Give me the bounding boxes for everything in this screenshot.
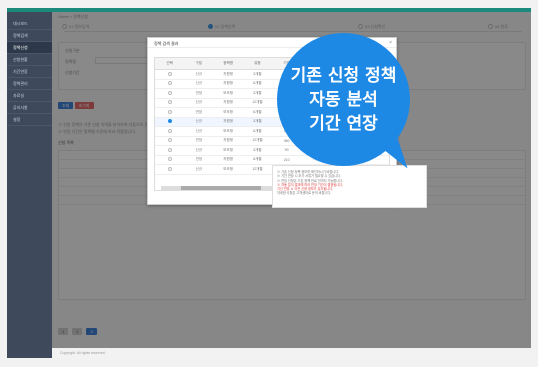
table-cell: 신규 (195, 128, 203, 133)
sidebar-item[interactable]: 설정 (7, 114, 52, 126)
table-cell: 신규 (195, 81, 203, 86)
row-radio[interactable] (167, 119, 172, 124)
table-cell: 지원형 (223, 100, 233, 105)
sidebar: 대시보드 정책검색 정책신청 신청현황 기간연장 정책관리 자료실 공지사항 설정 (7, 12, 52, 358)
table-cell: 3개월 (253, 147, 262, 152)
table-cell: 지원형 (223, 119, 233, 124)
table-cell: 신규 (195, 119, 203, 124)
sidebar-item[interactable]: 대시보드 (7, 18, 52, 30)
column-header: 정책명 (223, 61, 233, 65)
table-cell: 6개월 (253, 81, 262, 86)
column-header: 유형 (254, 61, 261, 65)
table-cell: 12개월 (252, 166, 263, 171)
table-cell: 연장 (195, 138, 203, 143)
table-cell: 신규 (195, 71, 203, 76)
row-radio[interactable] (167, 71, 172, 76)
row-radio[interactable] (167, 109, 172, 114)
sidebar-item[interactable]: 정책검색 (7, 30, 52, 42)
table-cell: 12개월 (252, 138, 263, 143)
table-cell: 210 (283, 157, 290, 162)
table-cell: 지원형 (223, 81, 233, 86)
table-cell: 6개월 (253, 157, 262, 162)
table-cell: 신규 (195, 100, 203, 105)
footer: Copyright. All rights reserved. (52, 348, 531, 358)
info-line: 자세한 사항은 고객센터로 문의 바랍니다. (277, 191, 332, 196)
bubble-line-3: 기간 연장 (309, 113, 378, 134)
bubble-line-1: 기존 신청 정책 (290, 65, 397, 86)
row-radio[interactable] (167, 166, 172, 171)
table-cell: 보조형 (223, 109, 233, 114)
table-cell: 연장 (195, 109, 203, 114)
table-cell: 지원형 (223, 71, 233, 76)
row-radio[interactable] (167, 138, 172, 143)
column-header: 선택 (166, 61, 173, 65)
table-cell: 보조형 (223, 147, 233, 152)
row-radio[interactable] (167, 128, 172, 133)
row-radio[interactable] (167, 81, 172, 86)
table-cell: 지원형 (223, 138, 233, 143)
info-lines: ※ 기존 신청 정책 정보를 확인하시기 바랍니다. ※ 기간 연장 시 추가 서… (273, 170, 426, 196)
row-radio[interactable] (167, 157, 172, 162)
table-cell: 3개월 (253, 71, 262, 76)
sidebar-item[interactable]: 기간연장 (7, 66, 52, 78)
table-cell: 연장 (195, 90, 203, 95)
info-notice-box: ※ 기존 신청 정책 정보를 확인하시기 바랍니다. ※ 기간 연장 시 추가 서… (272, 165, 427, 208)
table-cell: 신규 (195, 166, 203, 171)
table-cell: 신규 (195, 147, 203, 152)
column-header: 구분 (195, 61, 203, 65)
table-cell: 90 (284, 148, 289, 153)
table-cell: 보조형 (223, 166, 233, 171)
table-cell: 보조형 (223, 128, 233, 133)
table-cell: 연장 (195, 157, 203, 162)
scrollbar-thumb[interactable] (181, 186, 261, 190)
screenshot-frame: 대시보드정책검색정책신청신청현황기간연장정책관리자료실공지사항설정 Home >… (0, 0, 538, 367)
sidebar-item[interactable]: 정책신청 (7, 42, 52, 54)
table-cell: 3개월 (253, 119, 262, 124)
speech-bubble: 기존 신청 정책 자동 분석 기간 연장 (277, 33, 410, 166)
table-cell: 12개월 (252, 100, 263, 105)
sidebar-item[interactable]: 신청현황 (7, 54, 52, 66)
sidebar-list: 대시보드 정책검색 정책신청 신청현황 기간연장 정책관리 자료실 공지사항 설정 (7, 18, 52, 126)
sidebar-item[interactable]: 정책관리 (7, 78, 52, 90)
table-cell: 6개월 (253, 109, 262, 114)
row-radio[interactable] (167, 90, 172, 95)
table-cell: 지원형 (223, 157, 233, 162)
row-radio[interactable] (167, 100, 172, 105)
bubble-line-2: 자동 분석 (309, 89, 378, 110)
sidebar-item[interactable]: 공지사항 (7, 102, 52, 114)
close-icon[interactable]: × (389, 40, 392, 46)
table-cell: 6개월 (253, 128, 262, 133)
sidebar-item[interactable]: 자료실 (7, 90, 52, 102)
table-cell: 3개월 (253, 90, 262, 95)
row-radio[interactable] (167, 147, 172, 152)
table-cell: 보조형 (223, 90, 233, 95)
